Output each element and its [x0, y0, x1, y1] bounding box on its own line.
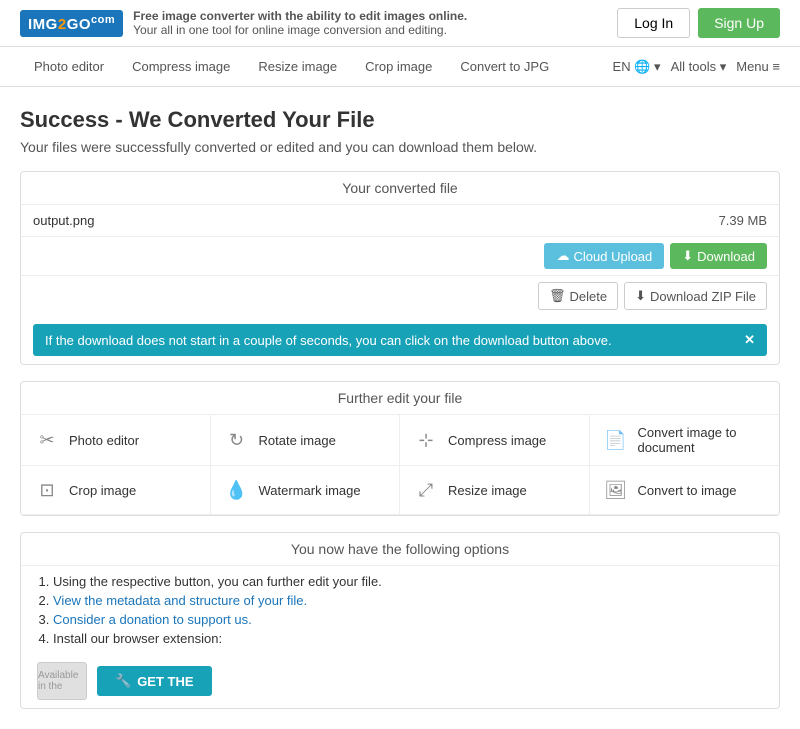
zip-icon: ⬇: [635, 288, 646, 304]
image-icon: 🖼: [602, 476, 630, 504]
edit-item-convert-doc[interactable]: 📄 Convert image to document: [590, 415, 780, 466]
metadata-link[interactable]: View the metadata and structure of your …: [53, 593, 307, 608]
donation-link[interactable]: Consider a donation to support us.: [53, 612, 252, 627]
logo-tagline: Free image converter with the ability to…: [133, 9, 467, 37]
options-box-title: You now have the following options: [21, 533, 779, 566]
main-content: Success - We Converted Your File Your fi…: [0, 87, 800, 729]
page-subtitle: Your files were successfully converted o…: [20, 139, 780, 155]
cloud-upload-button[interactable]: ☁ Cloud Upload: [544, 243, 664, 269]
option-item-2: View the metadata and structure of your …: [53, 593, 763, 608]
edit-item-label: Convert image to document: [638, 425, 768, 455]
crop-icon: ⊡: [33, 476, 61, 504]
info-banner-close[interactable]: ✕: [744, 332, 755, 348]
tagline-line2: Your all in one tool for online image co…: [133, 23, 467, 37]
language-selector[interactable]: EN 🌐 ▾: [613, 59, 661, 75]
delete-button[interactable]: 🗑 Delete: [538, 282, 618, 310]
edit-grid: ✂ Photo editor ↻ Rotate image ⊹ Compress…: [21, 415, 779, 515]
info-banner: If the download does not start in a coup…: [33, 324, 767, 356]
nav-right: EN 🌐 ▾ All tools ▾ Menu ≡: [613, 59, 780, 75]
compress-icon: ⊹: [412, 426, 440, 454]
options-box: You now have the following options Using…: [20, 532, 780, 709]
resize-icon: ⤢: [412, 476, 440, 504]
edit-item-compress[interactable]: ⊹ Compress image: [400, 415, 590, 466]
edit-item-label: Rotate image: [259, 433, 336, 448]
edit-item-crop[interactable]: ⊡ Crop image: [21, 466, 211, 515]
download-icon: ⬇: [682, 248, 693, 264]
menu-icon: ≡: [772, 59, 780, 74]
trash-icon: 🗑: [549, 288, 566, 304]
file-name: output.png: [33, 213, 94, 228]
file-row: output.png 7.39 MB: [21, 205, 779, 237]
signup-button[interactable]: Sign Up: [698, 8, 780, 38]
edit-item-convert-image[interactable]: 🖼 Convert to image: [590, 466, 780, 515]
chevron-down-icon: ▾: [720, 59, 727, 74]
header-buttons: Log In Sign Up: [617, 8, 780, 38]
edit-item-label: Compress image: [448, 433, 546, 448]
file-size: 7.39 MB: [719, 213, 767, 228]
download-button[interactable]: ⬇ Download: [670, 243, 767, 269]
header: IMG2GOcom Free image converter with the …: [0, 0, 800, 47]
edit-item-watermark[interactable]: 💧 Watermark image: [211, 466, 401, 515]
doc-icon: 📄: [602, 426, 630, 454]
options-list: Using the respective button, you can fur…: [21, 566, 779, 658]
rotate-icon: ↻: [223, 426, 251, 454]
logo-go: com: [91, 14, 115, 26]
navigation: Photo editor Compress image Resize image…: [0, 47, 800, 87]
extension-thumbnail: Available in the: [37, 662, 87, 700]
nav-crop-image[interactable]: Crop image: [351, 47, 446, 86]
edit-box-title: Further edit your file: [21, 382, 779, 415]
edit-item-label: Convert to image: [638, 483, 737, 498]
edit-item-resize[interactable]: ⤢ Resize image: [400, 466, 590, 515]
login-button[interactable]: Log In: [617, 8, 690, 38]
edit-item-rotate[interactable]: ↻ Rotate image: [211, 415, 401, 466]
extension-row: Available in the 🔧 GET THE: [21, 658, 779, 708]
logo: IMG2GOcom Free image converter with the …: [20, 9, 467, 37]
all-tools-menu[interactable]: All tools ▾: [671, 59, 727, 75]
logo-box: IMG2GOcom: [20, 10, 123, 37]
edit-item-photo-editor[interactable]: ✂ Photo editor: [21, 415, 211, 466]
page-title: Success - We Converted Your File: [20, 107, 780, 133]
nav-photo-editor[interactable]: Photo editor: [20, 47, 118, 86]
nav-compress-image[interactable]: Compress image: [118, 47, 244, 86]
secondary-actions-row: 🗑 Delete ⬇ Download ZIP File: [21, 276, 779, 316]
actions-row: ☁ Cloud Upload ⬇ Download: [21, 237, 779, 276]
edit-item-label: Photo editor: [69, 433, 139, 448]
photo-editor-icon: ✂: [33, 426, 61, 454]
get-extension-button[interactable]: 🔧 GET THE: [97, 666, 212, 696]
logo-two: 2: [58, 16, 67, 33]
available-in-label: Available in the: [38, 670, 86, 692]
globe-icon: 🌐 ▾: [634, 59, 660, 74]
nav-links: Photo editor Compress image Resize image…: [20, 47, 563, 86]
cloud-icon: ☁: [556, 248, 569, 264]
extension-icon: 🔧: [115, 673, 131, 689]
option-item-3: Consider a donation to support us.: [53, 612, 763, 627]
converted-box-title: Your converted file: [21, 172, 779, 205]
download-zip-button[interactable]: ⬇ Download ZIP File: [624, 282, 767, 310]
nav-resize-image[interactable]: Resize image: [244, 47, 351, 86]
edit-item-label: Resize image: [448, 483, 527, 498]
edit-item-label: Watermark image: [259, 483, 361, 498]
converted-file-box: Your converted file output.png 7.39 MB ☁…: [20, 171, 780, 365]
edit-box: Further edit your file ✂ Photo editor ↻ …: [20, 381, 780, 516]
main-menu[interactable]: Menu ≡: [736, 59, 780, 74]
info-banner-text: If the download does not start in a coup…: [45, 333, 612, 348]
tagline-line1: Free image converter with the ability to…: [133, 9, 467, 23]
option-item-4: Install our browser extension:: [53, 631, 763, 646]
edit-item-label: Crop image: [69, 483, 136, 498]
option-item-1: Using the respective button, you can fur…: [53, 574, 763, 589]
watermark-icon: 💧: [223, 476, 251, 504]
nav-convert-jpg[interactable]: Convert to JPG: [446, 47, 563, 86]
